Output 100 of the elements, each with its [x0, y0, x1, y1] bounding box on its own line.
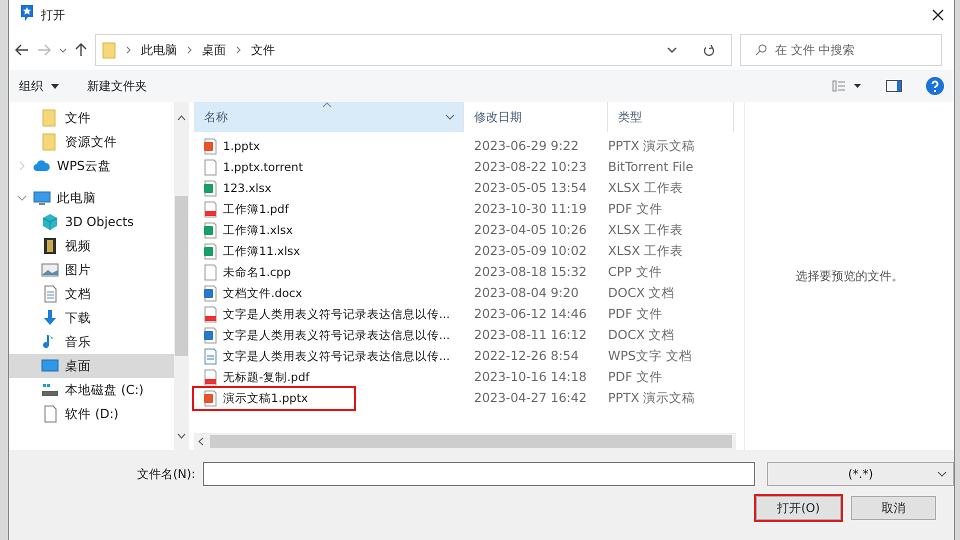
modified-date: 2023-04-27 16:42 — [474, 389, 588, 408]
file-type: DOCX 文档 — [608, 284, 675, 302]
modified-date: 2023-10-16 14:18 — [474, 368, 588, 386]
file-name[interactable]: 文字是人类用表义符号记录表达信息以传... — [194, 325, 474, 346]
file-type: PDF 文件 — [608, 305, 662, 324]
blank-file-icon — [202, 264, 218, 281]
document-file-icon — [202, 327, 218, 344]
chevron-icon — [236, 46, 241, 54]
expand-chevron-icon — [17, 193, 27, 203]
sidebar-item[interactable]: 图片 — [9, 258, 174, 282]
new-folder-button[interactable]: 新建文件夹 — [87, 77, 147, 95]
breadcrumb-item[interactable]: 文件 — [251, 41, 275, 59]
spreadsheet-file-icon — [202, 180, 218, 197]
file-type-dropdown[interactable]: (*.*) — [766, 462, 954, 486]
file-type: XLSX 工作表 — [608, 179, 683, 198]
sidebar-item[interactable]: 文件 — [9, 106, 174, 130]
forward-arrow-icon — [37, 44, 51, 56]
file-name[interactable]: 1.pptx — [194, 136, 474, 157]
file-type: XLSX 工作表 — [608, 221, 683, 240]
modified-date: 2023-10-30 11:19 — [474, 200, 588, 218]
sidebar-item[interactable]: 软件 (D:) — [9, 402, 174, 426]
sidebar-item[interactable]: 桌面 — [9, 354, 174, 378]
sidebar-item[interactable]: 视频 — [9, 234, 174, 258]
file-name[interactable]: 演示文稿1.pptx — [194, 388, 354, 409]
pdf-file-icon — [202, 369, 218, 386]
modified-date: 2023-05-09 10:02 — [474, 242, 588, 260]
dialog-button[interactable]: 取消 — [851, 496, 936, 520]
column-header[interactable]: 名称 — [194, 102, 464, 132]
search-icon — [755, 44, 767, 56]
modified-date: 2023-05-05 13:54 — [474, 179, 588, 198]
sidebar-item[interactable]: 下载 — [9, 306, 174, 330]
file-type: BitTorrent File — [608, 158, 694, 176]
sidebar-item[interactable]: WPS云盘 — [9, 154, 174, 178]
modified-date: 2023-08-11 16:12 — [474, 326, 588, 344]
breadcrumb-item[interactable]: 桌面 — [202, 41, 226, 59]
chevron-icon — [126, 46, 131, 54]
blank-file-icon — [202, 159, 218, 176]
chevron-icon — [187, 46, 192, 54]
collapse-chevron-icon — [17, 161, 27, 171]
sort-caret-icon — [322, 102, 332, 108]
sidebar-item[interactable]: 此电脑 — [9, 186, 174, 210]
caret-icon — [51, 84, 59, 88]
column-header[interactable]: 修改日期 — [464, 102, 608, 132]
sidebar-item[interactable]: 本地磁盘 (C:) — [9, 378, 174, 402]
dialog-button[interactable]: 打开(O) — [756, 496, 841, 520]
modified-date: 2023-04-05 10:26 — [474, 221, 588, 240]
app-star-icon — [19, 4, 35, 22]
preview-pane-icon — [886, 80, 902, 92]
help-icon — [926, 77, 944, 95]
file-name[interactable]: 1.pptx.torrent — [194, 157, 474, 178]
file-name[interactable]: 工作簿11.xlsx — [194, 241, 474, 262]
film-icon — [41, 237, 59, 255]
folder-icon — [102, 41, 116, 59]
file-name[interactable]: 123.xlsx — [194, 178, 474, 199]
dropdown-caret-icon — [937, 471, 947, 477]
modified-date: 2023-06-29 9:22 — [474, 137, 580, 156]
sidebar-item[interactable]: 资源文件 — [9, 130, 174, 154]
filename-label: 文件名(N): — [137, 466, 196, 483]
search-field[interactable]: 在 文件 中搜索 — [740, 34, 942, 66]
file-type: PPTX 演示文稿 — [608, 137, 696, 156]
file-name[interactable]: 文字是人类用表义符号记录表达信息以传... — [194, 304, 474, 325]
scroll-left-icon[interactable] — [198, 437, 204, 446]
sidebar-item[interactable]: 3D Objects — [9, 210, 174, 234]
drive-icon — [41, 381, 59, 399]
file-type: PPTX 演示文稿 — [608, 389, 696, 408]
file-name[interactable]: 无标题-复制.pdf — [194, 367, 474, 388]
file-name[interactable]: 工作簿1.pdf — [194, 199, 474, 220]
column-header[interactable]: 类型 — [608, 102, 734, 132]
breadcrumb-item[interactable]: 此电脑 — [141, 41, 177, 59]
file-name[interactable]: 文字是人类用表义符号记录表达信息以传... — [194, 346, 474, 367]
modified-date: 2023-06-12 14:46 — [474, 305, 588, 324]
file-type: DOCX 文档 — [608, 326, 675, 344]
file-type: CPP 文件 — [608, 263, 662, 282]
file-name[interactable]: 工作簿1.xlsx — [194, 220, 474, 241]
file-type: XLSX 工作表 — [608, 242, 683, 260]
sidebar-item[interactable]: 音乐 — [9, 330, 174, 354]
window-title: 打开 — [41, 7, 65, 24]
document-file-icon — [202, 285, 218, 302]
dropdown-caret-icon — [667, 47, 677, 53]
dropdown-caret-icon — [59, 48, 67, 52]
file-type: WPS文字 文档 — [608, 347, 692, 366]
modified-date: 2022-12-26 8:54 — [474, 347, 580, 366]
organize-menu[interactable]: 组织 — [19, 77, 59, 95]
cube-icon — [41, 213, 59, 231]
file-type: PDF 文件 — [608, 200, 662, 218]
scrollbar[interactable] — [174, 102, 189, 450]
pdf-file-icon — [202, 306, 218, 323]
file-name[interactable]: 未命名1.cpp — [194, 262, 474, 283]
address-bar[interactable]: 此电脑 桌面 文件 — [95, 34, 732, 66]
spreadsheet-file-icon — [202, 243, 218, 260]
text-file-icon — [202, 348, 218, 365]
preview-message: 选择要预览的文件。 — [796, 268, 904, 285]
download-icon — [41, 309, 59, 327]
horizontal-scrollbar[interactable] — [194, 433, 736, 450]
modified-date: 2023-08-04 9:20 — [474, 284, 580, 302]
file-type: PDF 文件 — [608, 368, 662, 386]
file-name[interactable]: 文档文件.docx — [194, 283, 474, 304]
filename-input[interactable] — [203, 462, 755, 486]
sidebar-item[interactable]: 文档 — [9, 282, 174, 306]
close-icon[interactable] — [932, 9, 944, 21]
